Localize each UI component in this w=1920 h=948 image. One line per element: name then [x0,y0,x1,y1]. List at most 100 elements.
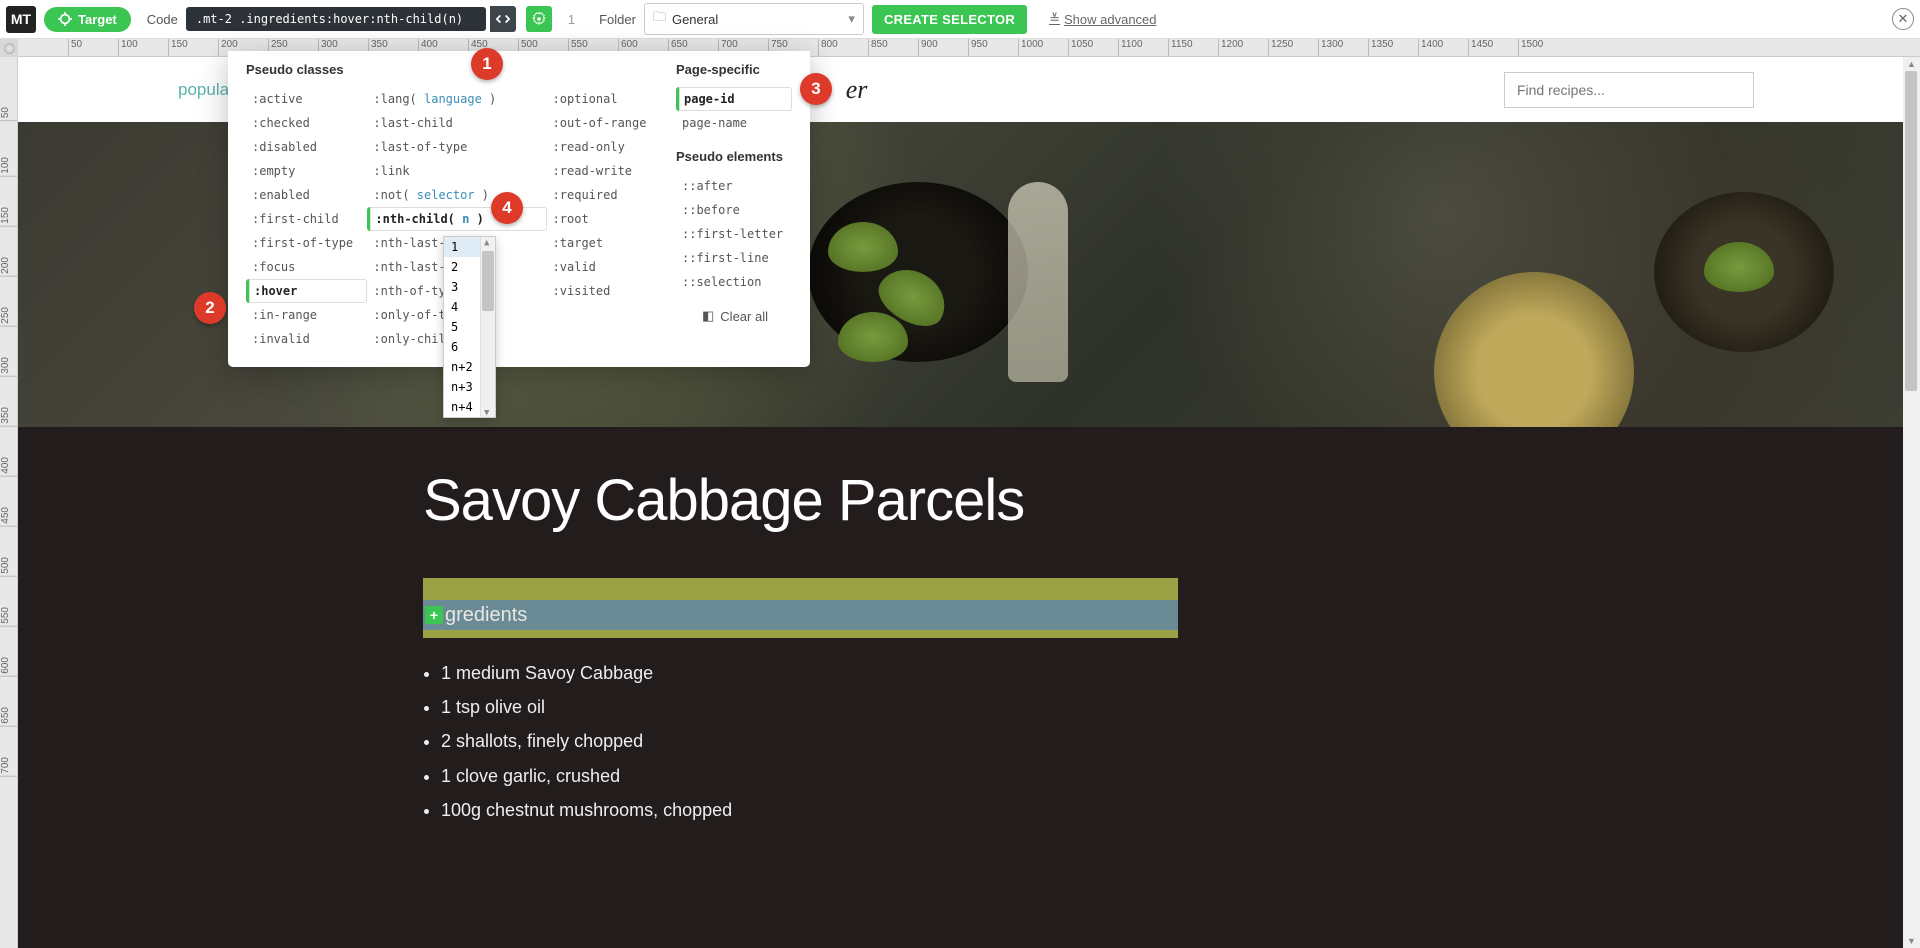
scrollbar-thumb[interactable] [482,251,494,311]
ruler-settings[interactable] [0,39,18,57]
pseudo-class-item[interactable]: :link [367,159,546,183]
pseudo-class-item[interactable]: :first-of-type [246,231,367,255]
ruler-tick: 1200 [1218,39,1243,57]
pseudo-class-item[interactable]: ::first-letter [676,222,792,246]
pseudo-class-item[interactable]: :active [246,87,367,111]
recipe-body: Savoy Cabbage Parcels + gredients 1 medi… [18,427,1914,827]
pseudo-class-param: n [455,212,477,226]
pseudo-class-item[interactable]: page-id [676,87,792,111]
vertical-scrollbar[interactable]: ▲ ▼ [1903,57,1920,948]
pseudo-class-item[interactable]: :read-write [547,159,666,183]
scrollbar-thumb[interactable] [1905,71,1917,391]
search-input[interactable] [1504,72,1754,108]
nav-link[interactable]: popula [178,80,229,100]
pseudo-class-item[interactable]: :empty [246,159,367,183]
pseudo-class-item[interactable]: :optional [547,87,666,111]
pseudo-class-item[interactable]: ::selection [676,270,792,294]
pseudo-class-item[interactable]: :target [547,231,666,255]
ruler-tick: 1300 [1318,39,1343,57]
pseudo-class-item[interactable]: :required [547,183,666,207]
plus-icon[interactable]: + [425,606,443,624]
vertical-ruler: 5010015020025030035040045050055060065070… [0,39,18,948]
dropdown-scrollbar[interactable]: ▲ ▼ [480,237,495,417]
ingredients-heading: gredients [445,604,527,627]
ruler-tick: 50 [0,107,18,121]
pseudo-class-item[interactable]: :first-child [246,207,367,231]
gear-icon [532,12,546,26]
pseudo-class-item[interactable]: page-name [676,111,792,135]
ruler-tick: 200 [0,257,18,277]
scroll-down-arrow-icon[interactable]: ▼ [1907,936,1916,946]
pseudo-class-item[interactable]: :focus [246,255,367,279]
code-label: Code [147,12,178,27]
code-icon [496,12,510,26]
chevron-down-icon: ▾ [848,11,855,27]
pseudo-class-item[interactable]: :root [547,207,666,231]
pseudo-class-item[interactable]: ::before [676,198,792,222]
scroll-down-arrow-icon[interactable]: ▼ [484,408,492,416]
crosshair-icon [58,12,72,26]
pseudo-classes-title: Pseudo classes [246,62,666,77]
scroll-up-arrow-icon[interactable]: ▲ [484,238,492,246]
code-input[interactable] [186,7,486,31]
ruler-tick: 250 [0,307,18,327]
ingredients-list: 1 medium Savoy Cabbage1 tsp olive oil2 s… [441,656,1914,827]
pseudo-class-item[interactable]: :last-of-type [367,135,546,159]
pseudo-class-item[interactable]: :hover [246,279,367,303]
close-button[interactable]: ✕ [1892,8,1914,30]
gear-icon [4,43,15,54]
folder-select[interactable]: 🗀 General ▾ [644,3,864,35]
ruler-tick: 50 [68,39,82,57]
options-button[interactable] [526,6,552,32]
annotation-badge-2: 2 [194,292,226,324]
ruler-tick: 600 [0,657,18,677]
folder-value: General [672,12,718,27]
ruler-tick: 1250 [1268,39,1293,57]
pseudo-class-item[interactable]: :invalid [246,327,367,351]
pseudo-class-item[interactable]: :enabled [246,183,367,207]
ruler-tick: 1450 [1468,39,1493,57]
mt-logo[interactable]: MT [6,6,36,33]
ruler-tick: 650 [0,707,18,727]
pseudo-class-item[interactable]: :visited [547,279,666,303]
pseudo-class-item[interactable]: :last-child [367,111,546,135]
annotation-badge-4: 4 [491,192,523,224]
eraser-icon: ◧ [702,308,714,324]
pseudo-class-item[interactable]: :lang( language ) [367,87,546,111]
code-toggle-button[interactable] [490,6,516,32]
show-advanced-link[interactable]: ≚ Show advanced [1049,11,1156,27]
ruler-tick: 1000 [1018,39,1043,57]
pseudo-class-item[interactable]: :valid [547,255,666,279]
page-specific-title: Page-specific [676,62,792,77]
target-button[interactable]: Target [44,7,131,32]
show-advanced-label: Show advanced [1064,12,1157,27]
ruler-tick: 400 [0,457,18,477]
ingredient-item: 1 medium Savoy Cabbage [441,656,1914,690]
nth-child-n-dropdown[interactable]: 123456n+2n+3n+4 ▲ ▼ [443,236,496,418]
site-logo: er [846,75,868,105]
ruler-tick: 700 [0,757,18,777]
pseudo-class-item[interactable]: ::after [676,174,792,198]
pseudo-class-param: selector [410,188,482,202]
pseudo-class-item[interactable]: :in-range [246,303,367,327]
clear-all-button[interactable]: ◧ Clear all [702,308,792,324]
pseudo-class-item[interactable]: ::first-line [676,246,792,270]
close-icon: ✕ [1898,11,1909,27]
target-label: Target [78,12,117,27]
expand-icon: ≚ [1049,11,1060,27]
pseudo-class-item[interactable]: :checked [246,111,367,135]
scroll-up-arrow-icon[interactable]: ▲ [1907,59,1916,69]
selector-match-highlight: + gredients [423,578,1178,638]
folder-label: Folder [599,12,636,27]
ruler-tick: 850 [868,39,888,57]
pseudo-class-item[interactable]: :out-of-range [547,111,666,135]
ingredient-item: 100g chestnut mushrooms, chopped [441,793,1914,827]
pseudo-class-item[interactable]: :disabled [246,135,367,159]
annotation-badge-3: 3 [800,73,832,105]
ruler-tick: 550 [0,607,18,627]
pseudo-class-item[interactable]: :read-only [547,135,666,159]
ruler-tick: 350 [0,407,18,427]
ruler-tick: 800 [818,39,838,57]
create-selector-button[interactable]: CREATE SELECTOR [872,5,1027,34]
folder-icon: 🗀 [653,8,666,30]
